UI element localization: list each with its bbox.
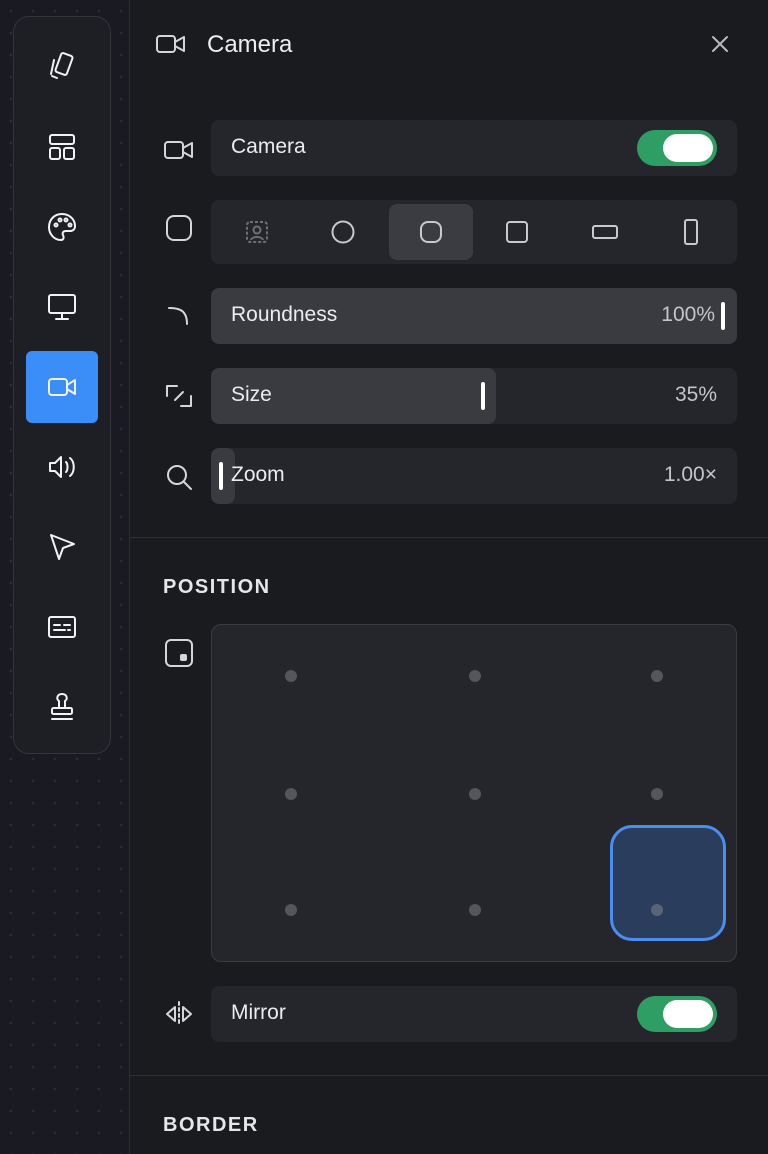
shape-rounded-square-button[interactable] bbox=[389, 204, 473, 260]
camera-icon bbox=[163, 134, 195, 166]
resize-icon bbox=[163, 380, 195, 412]
tool-stamp[interactable] bbox=[26, 671, 98, 743]
roundness-label: Roundness bbox=[231, 303, 338, 326]
monitor-icon bbox=[48, 294, 76, 320]
tool-cards[interactable] bbox=[26, 31, 98, 103]
section-divider bbox=[130, 1075, 768, 1076]
tool-layout[interactable] bbox=[26, 111, 98, 183]
zoom-value: 1.00× bbox=[663, 463, 717, 486]
camera-toggle-label: Camera bbox=[231, 135, 306, 158]
position-section-title: POSITION bbox=[163, 576, 271, 598]
camera-toggle-row: Camera bbox=[211, 120, 737, 176]
size-slider[interactable]: Size 35% bbox=[211, 368, 737, 424]
position-bottom-center[interactable] bbox=[469, 904, 481, 916]
captions-icon bbox=[48, 616, 76, 638]
tool-audio[interactable] bbox=[26, 431, 98, 503]
position-middle-left[interactable] bbox=[285, 788, 297, 800]
position-top-left[interactable] bbox=[285, 670, 297, 682]
size-slider-handle[interactable] bbox=[481, 382, 485, 410]
roundness-slider[interactable]: Roundness 100% bbox=[211, 288, 737, 344]
rounded-square-icon bbox=[420, 221, 442, 243]
wide-rect-icon bbox=[592, 225, 618, 239]
zoom-label: Zoom bbox=[231, 463, 285, 486]
shape-wide-button[interactable] bbox=[563, 204, 647, 260]
portrait-icon bbox=[246, 221, 268, 243]
toolbar bbox=[13, 16, 111, 754]
tool-camera[interactable] bbox=[26, 351, 98, 423]
position-selected-bottom-right[interactable] bbox=[610, 825, 726, 941]
size-label: Size bbox=[231, 383, 272, 406]
shape-square-button[interactable] bbox=[475, 204, 559, 260]
border-section-title: BORDER bbox=[163, 1114, 259, 1136]
square-icon bbox=[506, 221, 528, 243]
stamp-icon bbox=[51, 693, 73, 720]
layout-icon bbox=[49, 134, 75, 160]
toggle-knob bbox=[663, 134, 713, 162]
corner-radius-icon bbox=[163, 300, 195, 332]
speaker-icon bbox=[49, 456, 75, 478]
zoom-icon bbox=[163, 461, 195, 493]
toggle-knob bbox=[663, 1000, 713, 1028]
close-icon bbox=[712, 36, 728, 52]
tool-palette[interactable] bbox=[26, 191, 98, 263]
shape-icon bbox=[163, 212, 195, 244]
shape-circle-button[interactable] bbox=[301, 204, 385, 260]
shape-tall-button[interactable] bbox=[649, 204, 733, 260]
cards-icon bbox=[50, 52, 74, 79]
position-bottom-right[interactable] bbox=[651, 904, 663, 916]
panel-header: Camera bbox=[130, 0, 768, 90]
tool-cursor[interactable] bbox=[26, 511, 98, 583]
position-icon bbox=[163, 637, 195, 669]
mirror-toggle-row: Mirror bbox=[211, 986, 737, 1042]
panel-title: Camera bbox=[207, 31, 293, 58]
camera-toggle[interactable] bbox=[637, 130, 717, 166]
tall-rect-icon bbox=[684, 219, 698, 245]
circle-icon bbox=[331, 220, 355, 244]
mirror-icon bbox=[163, 998, 195, 1030]
palette-icon bbox=[48, 213, 76, 241]
tool-captions[interactable] bbox=[26, 591, 98, 663]
position-top-right[interactable] bbox=[651, 670, 663, 682]
camera-icon bbox=[48, 378, 76, 396]
mirror-toggle-label: Mirror bbox=[231, 1001, 286, 1024]
position-grid bbox=[211, 624, 737, 962]
position-top-center[interactable] bbox=[469, 670, 481, 682]
zoom-slider-handle[interactable] bbox=[219, 462, 223, 490]
roundness-slider-handle[interactable] bbox=[721, 302, 725, 330]
position-middle-center[interactable] bbox=[469, 788, 481, 800]
camera-settings-panel: Camera Camera Roundness 100% Size 35% Zo… bbox=[129, 0, 768, 1154]
cursor-icon bbox=[50, 534, 75, 560]
camera-icon bbox=[155, 30, 187, 58]
roundness-value: 100% bbox=[661, 303, 715, 326]
close-button[interactable] bbox=[708, 32, 732, 56]
section-divider bbox=[130, 537, 768, 538]
mirror-toggle[interactable] bbox=[637, 996, 717, 1032]
zoom-slider[interactable]: Zoom 1.00× bbox=[211, 448, 737, 504]
tool-display[interactable] bbox=[26, 271, 98, 343]
shape-selector bbox=[211, 200, 737, 264]
position-middle-right[interactable] bbox=[651, 788, 663, 800]
shape-portrait-button[interactable] bbox=[215, 204, 299, 260]
position-bottom-left[interactable] bbox=[285, 904, 297, 916]
size-value: 35% bbox=[674, 383, 717, 406]
